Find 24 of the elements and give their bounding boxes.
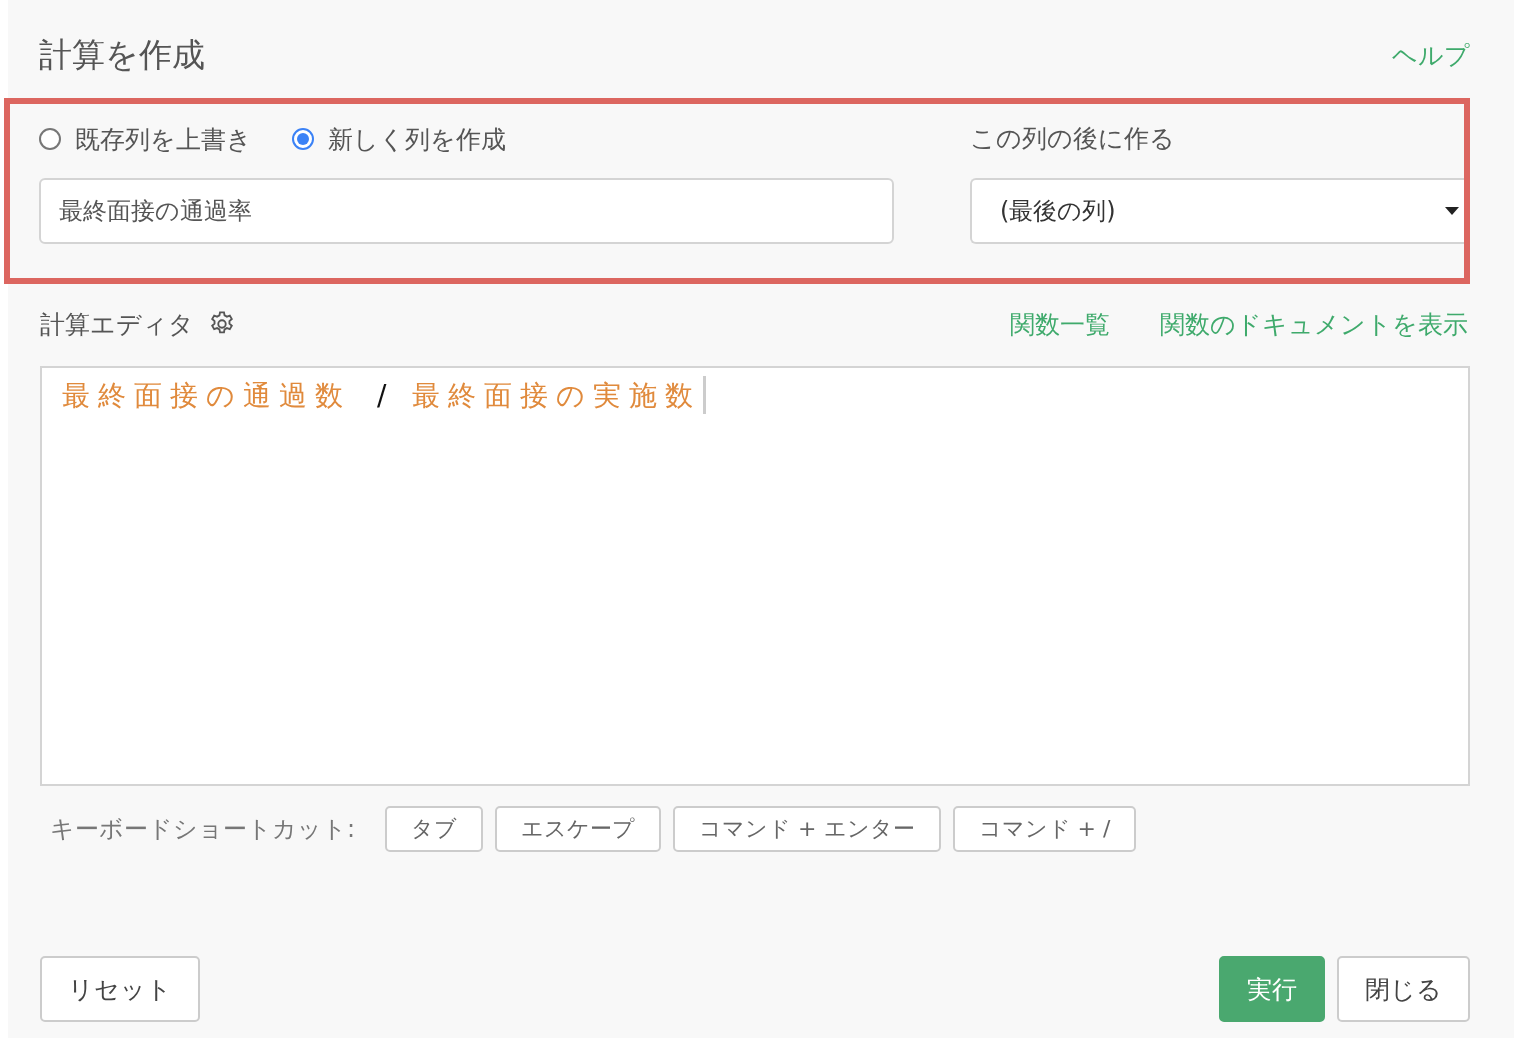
column-token: 最終面接の通過数	[62, 378, 351, 414]
shortcut-key[interactable]: エスケープ	[495, 806, 662, 852]
close-button[interactable]: 閉じる	[1337, 956, 1470, 1022]
radio-option[interactable]: 新しく列を作成	[292, 122, 506, 156]
text-cursor	[703, 376, 707, 414]
editor-label: 計算エディタ	[40, 308, 194, 341]
operator-token: /	[377, 378, 387, 414]
dialog-title: 計算を作成	[39, 33, 205, 76]
radio-label: 既存列を上書き	[75, 123, 252, 156]
radio-option[interactable]: 既存列を上書き	[39, 122, 252, 156]
column-token: 最終面接の実施数	[412, 378, 702, 414]
shortcut-key[interactable]: タブ	[385, 806, 484, 852]
column-name-field[interactable]: 最終面接の通過率	[39, 178, 894, 244]
position-label: この列の後に作る	[970, 123, 1176, 155]
radio-label: 新しく列を作成	[328, 123, 506, 156]
caret-icon	[1444, 206, 1460, 216]
formula-editor[interactable]: 最終面接の通過数 / 最終面接の実施数	[40, 366, 1470, 786]
radio-button[interactable]	[292, 128, 314, 150]
shortcuts-label: キーボードショートカット:	[50, 814, 356, 845]
reset-button[interactable]: リセット	[40, 956, 200, 1022]
shortcut-key[interactable]: コマンド + /	[952, 806, 1137, 852]
shortcut-key[interactable]: コマンド + エンター	[673, 806, 941, 852]
radio-button[interactable]	[39, 128, 61, 150]
position-dropdown[interactable]: (最後の列)	[970, 178, 1464, 244]
